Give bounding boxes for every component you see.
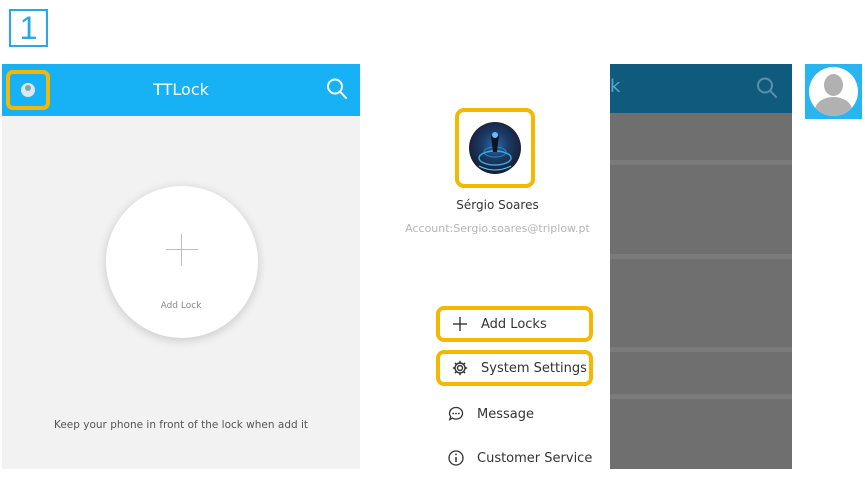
- step-number-badge: 1: [9, 9, 48, 47]
- dimmed-background-screen[interactable]: k: [610, 64, 792, 469]
- chat-bubble-icon: [447, 405, 465, 423]
- add-lock-button[interactable]: [106, 186, 258, 338]
- dimmed-top-bar: k: [610, 64, 792, 113]
- profile-photo: [469, 122, 521, 174]
- plus-icon: [451, 315, 469, 333]
- dimmed-search-button: [754, 75, 780, 101]
- menu-item-system-settings[interactable]: System Settings: [436, 350, 593, 386]
- add-lock-label: Add Lock: [160, 301, 202, 311]
- dimmed-list-divider: [610, 160, 792, 165]
- dimmed-title-fragment: k: [610, 76, 621, 97]
- main-screen: TTLock Add Lock Keep your phone in front…: [2, 64, 360, 469]
- dimmed-list-divider: [610, 394, 792, 399]
- app-top-bar: TTLock: [2, 64, 360, 116]
- user-account: Account:Sergio.soares@triplow.pt: [405, 222, 590, 235]
- user-avatar-icon: [21, 83, 35, 97]
- app-title: TTLock: [153, 80, 209, 99]
- info-icon: [447, 449, 465, 467]
- search-icon: [327, 78, 347, 99]
- menu-item-customer-service[interactable]: Customer Service: [436, 440, 606, 476]
- menu-item-add-locks[interactable]: Add Locks: [436, 306, 593, 342]
- plus-icon: [166, 234, 198, 266]
- profile-photo-button[interactable]: [455, 108, 535, 188]
- dimmed-list-divider: [610, 254, 792, 259]
- dimmed-list-divider: [610, 347, 792, 352]
- menu-item-label: System Settings: [481, 360, 587, 376]
- default-avatar-image: [805, 64, 862, 119]
- add-lock-hint: Keep your phone in front of the lock whe…: [53, 419, 309, 431]
- user-name: Sérgio Soares: [456, 198, 539, 212]
- menu-item-label: Customer Service: [477, 450, 593, 466]
- gear-icon: [451, 359, 469, 377]
- default-user-icon: [809, 67, 858, 116]
- menu-item-message[interactable]: Message: [436, 396, 593, 432]
- profile-photo-image: [478, 132, 512, 171]
- screenshot-canvas: 1 TTLock Add Lock Keep your phone in fro…: [0, 0, 865, 484]
- search-icon: [757, 77, 777, 98]
- profile-avatar-button[interactable]: [6, 70, 50, 110]
- menu-item-label: Message: [477, 406, 534, 422]
- search-button[interactable]: [324, 76, 350, 102]
- menu-item-label: Add Locks: [481, 316, 547, 332]
